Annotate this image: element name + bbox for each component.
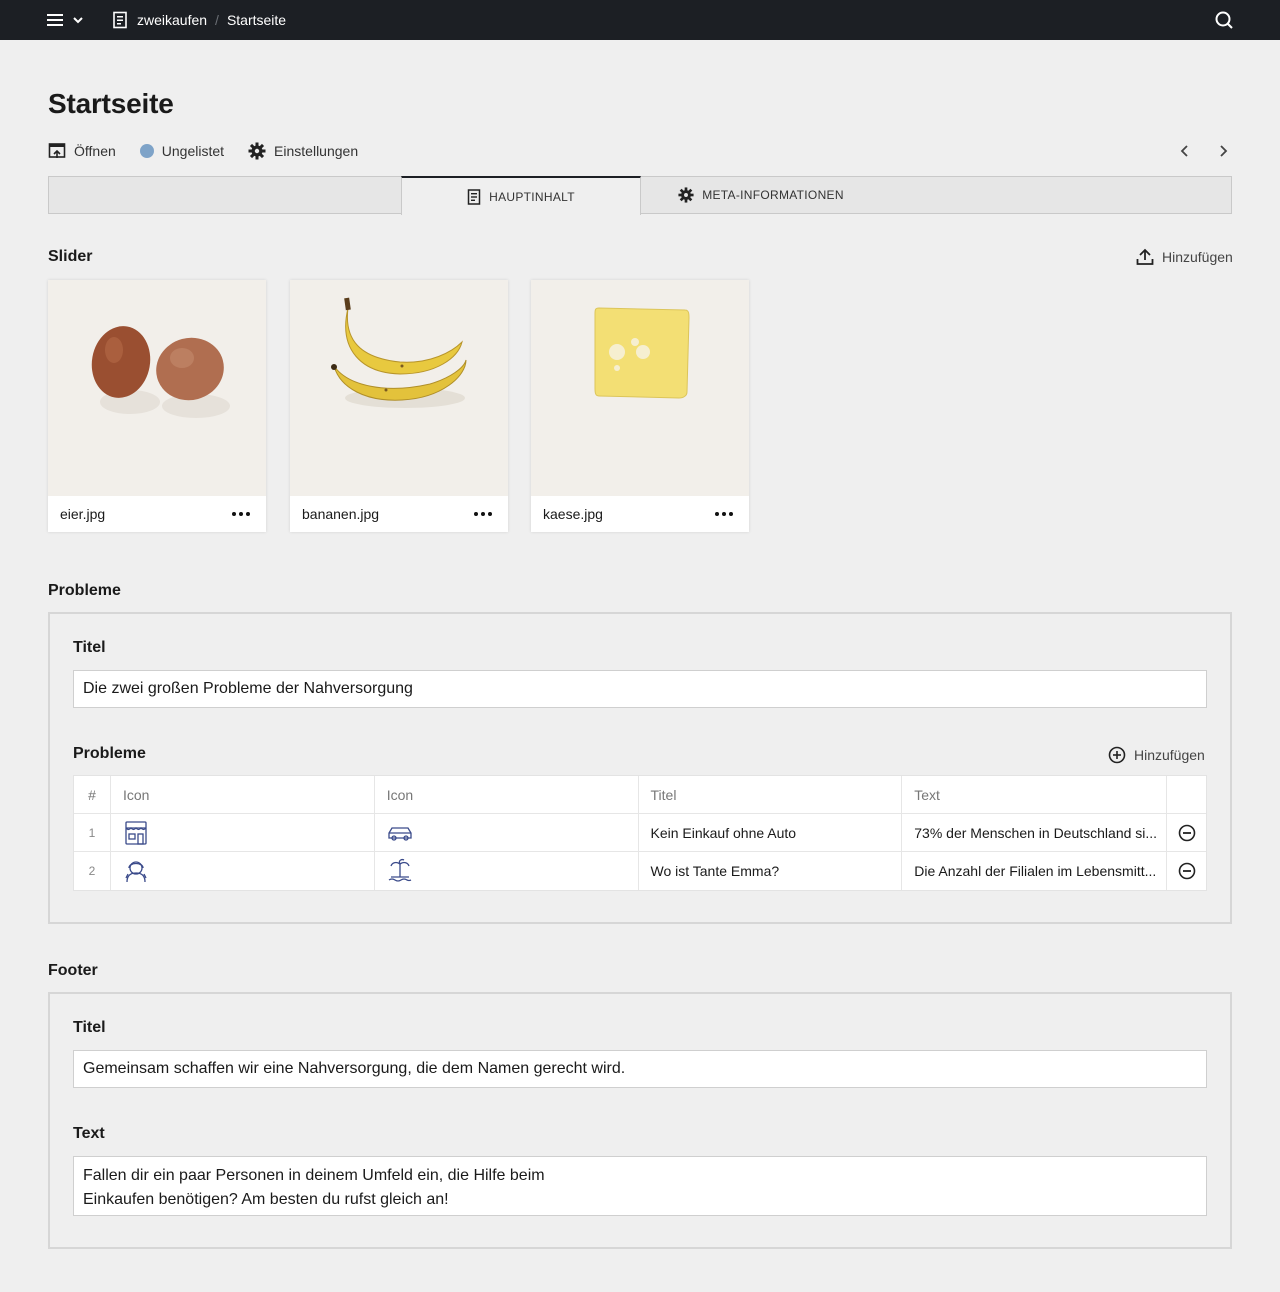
- cheese-image: [531, 280, 749, 496]
- more-options-icon[interactable]: [711, 508, 737, 520]
- status-dot-icon: [139, 144, 154, 158]
- column-header-actions: [1167, 776, 1206, 813]
- slider-card-eggs[interactable]: eier.jpg: [48, 280, 266, 532]
- probleme-add-button[interactable]: Hinzufügen: [1108, 746, 1205, 764]
- row-title: Wo ist Tante Emma?: [639, 852, 903, 890]
- tab-label: META-INFORMATIONEN: [702, 188, 844, 202]
- row-text: Die Anzahl der Filialen im Lebensmitt...: [902, 852, 1168, 890]
- gear-icon: [248, 142, 266, 160]
- document-icon: [113, 11, 127, 29]
- menu-button[interactable]: [46, 10, 84, 30]
- row-icon-cell[interactable]: [111, 814, 375, 851]
- remove-row-button[interactable]: [1167, 852, 1206, 890]
- row-number: 1: [74, 814, 111, 851]
- status-button[interactable]: Ungelistet: [139, 143, 225, 159]
- breadcrumb-item-site[interactable]: zweikaufen: [137, 12, 207, 28]
- tab-hauptinhalt[interactable]: HAUPTINHALT: [401, 176, 641, 215]
- breadcrumb-separator: /: [215, 12, 219, 28]
- file-name: eier.jpg: [60, 506, 106, 522]
- probleme-add-label: Hinzufügen: [1134, 747, 1205, 763]
- footer-titel-input[interactable]: Gemeinsam schaffen wir eine Nahversorgun…: [73, 1050, 1207, 1088]
- page-actions: Öffnen Ungelistet Einstellungen: [48, 140, 382, 162]
- bananas-image: [290, 280, 508, 496]
- chevron-right-icon: [1220, 145, 1228, 157]
- search-button[interactable]: [1214, 10, 1234, 35]
- eggs-image: [48, 280, 266, 496]
- menu-icon: [47, 14, 63, 26]
- probleme-table: # Icon Icon Titel Text 1 Kein Einkauf oh…: [73, 775, 1207, 891]
- column-header-icon: Icon: [111, 776, 375, 813]
- search-icon: [1215, 11, 1233, 29]
- tab-label: HAUPTINHALT: [489, 189, 575, 204]
- footer-titel-label: Titel: [73, 1019, 106, 1036]
- settings-button[interactable]: Einstellungen: [248, 142, 358, 160]
- top-bar: zweikaufen / Startseite: [0, 0, 1280, 40]
- probleme-titel-value: Die zwei großen Probleme der Nahversorgu…: [83, 680, 413, 697]
- probleme-titel-label: Titel: [73, 639, 106, 656]
- footer-section-label: Footer: [48, 962, 98, 979]
- column-header-icon-2: Icon: [375, 776, 639, 813]
- row-icon-cell[interactable]: [111, 852, 375, 890]
- status-label: Ungelistet: [161, 143, 225, 159]
- minus-circle-icon: [1178, 862, 1195, 880]
- table-header-row: # Icon Icon Titel Text: [74, 776, 1206, 814]
- plus-circle-icon: [1108, 746, 1126, 764]
- open-external-icon: [48, 143, 66, 158]
- slider-section-label: Slider: [48, 248, 93, 265]
- probleme-section-label: Probleme: [48, 582, 121, 599]
- footer-text-label: Text: [73, 1125, 105, 1142]
- breadcrumb: zweikaufen / Startseite: [112, 0, 286, 40]
- file-name: kaese.jpg: [543, 506, 603, 522]
- row-text: 73% der Menschen in Deutschland si...: [902, 814, 1168, 851]
- slider-add-label: Hinzufügen: [1162, 249, 1233, 265]
- column-header-titel: Titel: [639, 776, 903, 813]
- minus-circle-icon: [1178, 824, 1195, 841]
- footer-titel-value: Gemeinsam schaffen wir eine Nahversorgun…: [83, 1060, 626, 1077]
- settings-label: Einstellungen: [274, 143, 359, 159]
- file-name: bananen.jpg: [302, 506, 380, 522]
- car-icon: [388, 826, 412, 841]
- row-title: Kein Einkauf ohne Auto: [639, 814, 903, 851]
- slider-card-cheese[interactable]: kaese.jpg: [531, 280, 749, 532]
- column-header-text: Text: [902, 776, 1168, 813]
- person-icon: [125, 861, 147, 883]
- probleme-titel-input[interactable]: Die zwei großen Probleme der Nahversorgu…: [73, 670, 1207, 708]
- document-icon: [467, 188, 481, 205]
- chevron-down-icon: [73, 17, 83, 24]
- tab-bar: HAUPTINHALT META-INFORMATIONEN: [48, 176, 1232, 215]
- open-label: Öffnen: [74, 143, 116, 159]
- footer-text-line: Fallen dir ein paar Personen in deinem U…: [83, 1167, 545, 1184]
- breadcrumb-item-page[interactable]: Startseite: [227, 12, 286, 28]
- more-options-icon[interactable]: [228, 508, 254, 520]
- slider-add-button[interactable]: Hinzufügen: [1136, 248, 1233, 266]
- slider-card-bananas[interactable]: bananen.jpg: [290, 280, 508, 532]
- island-icon: [388, 858, 412, 882]
- table-row[interactable]: 2 Wo ist Tante Emma? Die Anzahl der Fili…: [74, 852, 1206, 890]
- row-icon-cell-2[interactable]: [375, 852, 639, 890]
- row-icon-cell-2[interactable]: [375, 814, 639, 851]
- table-row[interactable]: 1 Kein Einkauf ohne Auto 73% der Mensche…: [74, 814, 1206, 852]
- gear-icon: [678, 187, 694, 203]
- column-header-number: #: [74, 776, 111, 813]
- upload-icon: [1136, 248, 1154, 265]
- chevron-left-icon: [1180, 145, 1188, 157]
- page-title: Startseite: [48, 88, 174, 119]
- more-options-icon[interactable]: [470, 508, 496, 520]
- tab-meta-informationen[interactable]: META-INFORMATIONEN: [641, 176, 881, 214]
- footer-text-area[interactable]: Fallen dir ein paar Personen in deinem U…: [73, 1156, 1207, 1216]
- remove-row-button[interactable]: [1167, 814, 1206, 851]
- next-page-button[interactable]: [1217, 141, 1231, 166]
- footer-text-line: Einkaufen benötigen? Am besten du rufst …: [83, 1191, 449, 1208]
- open-button[interactable]: Öffnen: [48, 142, 116, 160]
- previous-page-button[interactable]: [1177, 141, 1191, 166]
- probleme-list-label: Probleme: [73, 745, 146, 762]
- store-icon: [125, 820, 147, 845]
- row-number: 2: [74, 852, 111, 890]
